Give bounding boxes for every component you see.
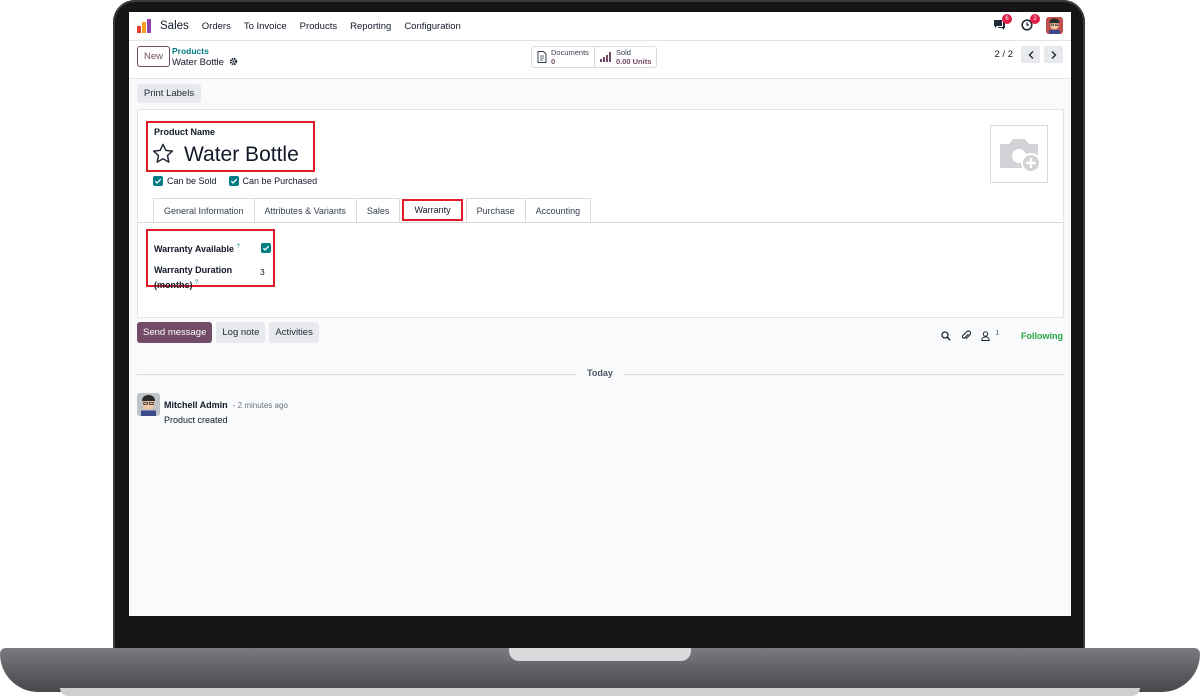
can-be-purchased-checkbox[interactable]: Can be Purchased xyxy=(228,176,318,186)
user-avatar[interactable] xyxy=(1046,16,1063,34)
pager-next-button[interactable] xyxy=(1044,46,1063,63)
tab-attributes-variants[interactable]: Attributes & Variants xyxy=(253,198,357,223)
send-message-button[interactable]: Send message xyxy=(137,322,213,343)
tab-purchase[interactable]: Purchase xyxy=(465,198,526,223)
breadcrumb-products[interactable]: Products xyxy=(172,46,209,56)
menu-to-invoice[interactable]: To Invoice xyxy=(244,21,287,32)
chatter-tools: 1 Following xyxy=(941,326,1063,345)
message-author[interactable]: Mitchell Admin xyxy=(164,400,228,410)
menu-orders[interactable]: Orders xyxy=(202,21,231,32)
messages-badge: 6 xyxy=(1002,14,1012,24)
pager: 2 / 2 xyxy=(995,46,1063,63)
camera-add-icon xyxy=(1000,139,1041,173)
favorite-star-icon[interactable] xyxy=(152,143,174,164)
activities-badge: 2 xyxy=(1030,14,1040,24)
product-flags: Can be Sold Can be Purchased xyxy=(153,176,317,186)
chatter-message: Mitchell Admin - 2 minutes ago Product c… xyxy=(137,393,288,425)
documents-smart-button[interactable]: Documents 0 xyxy=(532,47,594,67)
help-tooltip-icon[interactable]: ? xyxy=(195,280,198,286)
activities-button[interactable]: Activities xyxy=(269,322,319,343)
message-time: - 2 minutes ago xyxy=(232,401,288,410)
message-body: Product created xyxy=(164,415,228,425)
product-name-input[interactable]: Water Bottle xyxy=(184,143,299,167)
activities-button[interactable]: 2 xyxy=(1018,14,1040,34)
laptop-foot xyxy=(60,688,1140,696)
tab-warranty[interactable]: Warranty xyxy=(402,199,463,221)
menu-products[interactable]: Products xyxy=(300,21,338,32)
paperclip-icon[interactable] xyxy=(961,330,972,341)
date-separator: Today xyxy=(587,368,613,378)
smart-buttons: Documents 0 Sold 0.00 Units xyxy=(531,46,658,68)
can-be-purchased-label: Can be Purchased xyxy=(242,176,318,186)
app-name[interactable]: Sales xyxy=(160,20,189,32)
sold-value: 0.00 Units xyxy=(615,57,652,66)
documents-count: 0 xyxy=(551,57,556,66)
message-content: Mitchell Admin - 2 minutes ago Product c… xyxy=(164,393,288,425)
chevron-left-icon xyxy=(1028,50,1033,59)
breadcrumb-current: Water Bottle xyxy=(172,57,224,68)
following-button[interactable]: Following xyxy=(1021,331,1063,341)
warranty-available-label: Warranty Available ? xyxy=(154,244,240,254)
warranty-available-checkbox[interactable] xyxy=(261,243,271,253)
can-be-sold-label: Can be Sold xyxy=(167,176,217,186)
documents-label: Documents xyxy=(551,48,589,57)
top-navbar: Sales Orders To Invoice Products Reporti… xyxy=(129,12,1071,41)
pager-previous-button[interactable] xyxy=(1021,46,1040,63)
sold-label: Sold xyxy=(615,48,631,57)
product-image-upload[interactable] xyxy=(990,125,1048,183)
tab-sales[interactable]: Sales xyxy=(355,198,401,223)
date-separator-line-left xyxy=(137,374,577,375)
warranty-fields-highlight: Warranty Available ? Warranty Duration (… xyxy=(146,229,275,290)
screen: Sales Orders To Invoice Products Reporti… xyxy=(129,12,1071,616)
menu-configuration[interactable]: Configuration xyxy=(404,21,461,32)
followers-button[interactable]: 1 xyxy=(981,326,999,345)
bar-chart-icon xyxy=(599,52,611,62)
tab-accounting[interactable]: Accounting xyxy=(524,198,592,223)
control-panel: New Products Water Bottle Documents 0 So… xyxy=(129,41,1071,79)
date-separator-line-right xyxy=(624,374,1064,375)
sales-app-icon[interactable] xyxy=(137,19,153,33)
menu-reporting[interactable]: Reporting xyxy=(350,21,391,32)
product-name-highlight: Product Name Water Bottle xyxy=(146,121,315,172)
notebook-tabs: General Information Attributes & Variant… xyxy=(153,198,592,223)
warranty-duration-input[interactable]: 3 xyxy=(260,267,265,277)
help-tooltip-icon[interactable]: ? xyxy=(237,244,240,250)
warranty-duration-label: Warranty Duration (months) ? xyxy=(154,265,233,290)
tabs-divider xyxy=(138,222,1063,223)
product-name-label: Product Name xyxy=(154,127,216,137)
pager-value[interactable]: 2 / 2 xyxy=(995,49,1014,60)
log-note-button[interactable]: Log note xyxy=(216,322,266,343)
chatter-actions: Send message Log note Activities xyxy=(137,322,319,343)
gear-icon[interactable] xyxy=(229,57,238,66)
document-icon xyxy=(537,51,547,63)
sold-smart-button[interactable]: Sold 0.00 Units xyxy=(593,47,656,67)
checkbox-checked-icon xyxy=(228,176,239,186)
navbar-systray: 6 2 xyxy=(990,14,1063,34)
search-icon[interactable] xyxy=(941,330,951,341)
messages-button[interactable]: 6 xyxy=(990,14,1012,34)
new-button[interactable]: New xyxy=(137,46,170,67)
laptop-notch xyxy=(509,648,691,661)
checkbox-checked-icon xyxy=(153,176,163,186)
author-avatar[interactable] xyxy=(137,393,160,416)
can-be-sold-checkbox[interactable]: Can be Sold xyxy=(153,176,217,186)
form-sheet: Product Name Water Bottle Can be Sold Ca… xyxy=(137,109,1064,318)
chevron-right-icon xyxy=(1051,50,1056,59)
user-icon xyxy=(981,331,990,341)
print-labels-button[interactable]: Print Labels xyxy=(137,84,201,103)
follower-count: 1 xyxy=(995,329,999,337)
tab-general-information[interactable]: General Information xyxy=(153,198,255,223)
